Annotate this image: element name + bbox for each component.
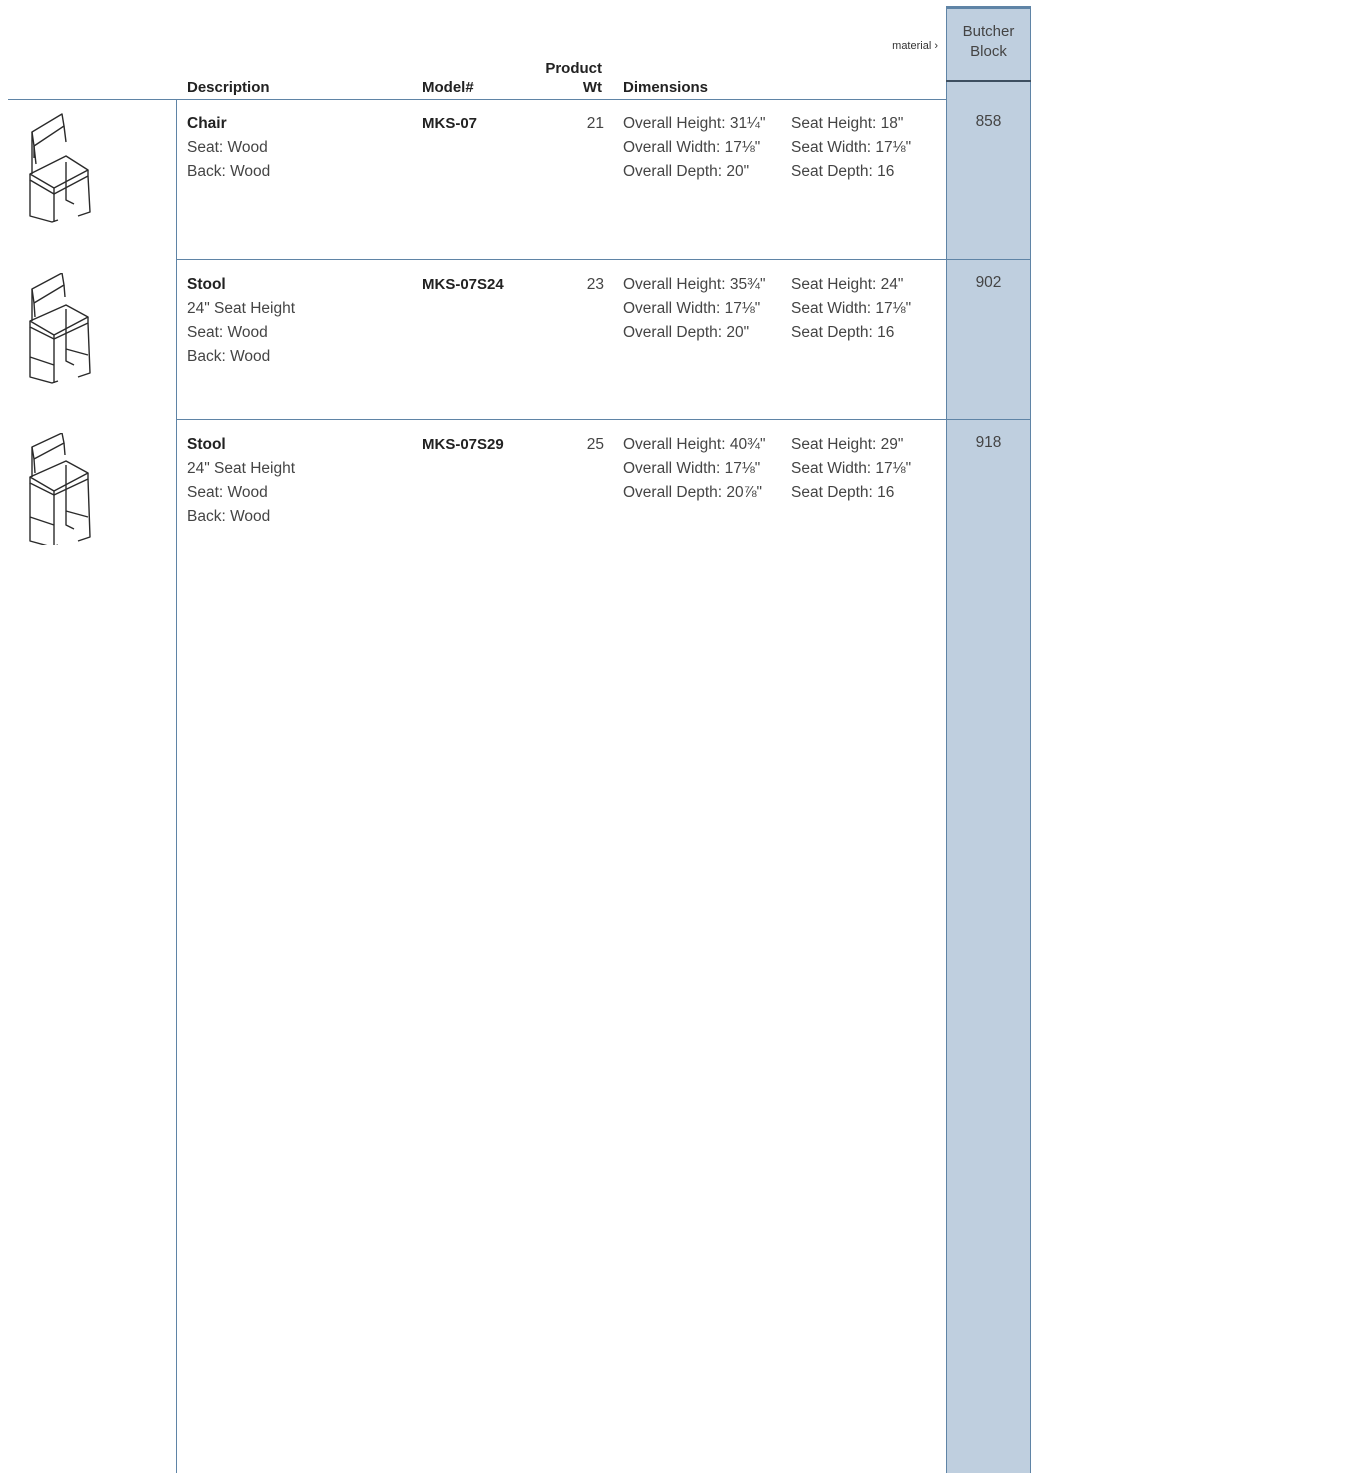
seat-height: Seat Height: 24" xyxy=(791,276,904,293)
chair-icon xyxy=(29,113,91,223)
seat-dimensions: Seat Height: 29" Seat Width: 17⅛" Seat D… xyxy=(791,433,911,505)
product-weight: 25 xyxy=(586,436,604,453)
seat-height: Seat Height: 29" xyxy=(791,436,904,453)
overall-depth: Overall Depth: 20" xyxy=(623,163,750,180)
product-detail: Seat: Wood xyxy=(187,324,268,341)
seat-width: Seat Width: 17⅛" xyxy=(791,139,912,156)
product-description: Stool 24" Seat Height Seat: Wood Back: W… xyxy=(187,433,295,529)
overall-height: Overall Height: 31¼" xyxy=(623,115,766,132)
product-description: Stool 24" Seat Height Seat: Wood Back: W… xyxy=(187,273,295,369)
product-detail: 24" Seat Height xyxy=(187,460,296,477)
price-header-divider xyxy=(946,80,1031,82)
overall-depth: Overall Depth: 20⅞" xyxy=(623,484,763,501)
product-description: Chair Seat: Wood Back: Wood xyxy=(187,112,270,184)
product-name: Stool xyxy=(187,276,226,293)
price-column-header: Butcher Block xyxy=(946,22,1031,62)
price: 902 xyxy=(975,274,1002,291)
seat-height: Seat Height: 18" xyxy=(791,115,904,132)
overall-dimensions: Overall Height: 40¾" Overall Width: 17⅛"… xyxy=(623,433,766,505)
product-detail: Back: Wood xyxy=(187,508,271,525)
model-number: MKS-07S29 xyxy=(422,436,504,453)
seat-depth: Seat Depth: 16 xyxy=(791,324,895,341)
product-weight: 21 xyxy=(586,115,604,132)
model-number: MKS-07 xyxy=(422,115,478,132)
product-wt-header: Product Wt xyxy=(530,59,602,97)
product-detail: Back: Wood xyxy=(187,163,271,180)
price: 858 xyxy=(975,113,1002,130)
table-row: Stool 24" Seat Height Seat: Wood Back: W… xyxy=(0,261,1031,421)
overall-depth: Overall Depth: 20" xyxy=(623,324,750,341)
price-column-header-line2: Block xyxy=(970,43,1007,60)
stool-icon xyxy=(29,433,91,545)
seat-depth: Seat Depth: 16 xyxy=(791,163,895,180)
seat-dimensions: Seat Height: 24" Seat Width: 17⅛" Seat D… xyxy=(791,273,911,345)
overall-height: Overall Height: 40¾" xyxy=(623,436,766,453)
product-name: Stool xyxy=(187,436,226,453)
seat-dimensions: Seat Height: 18" Seat Width: 17⅛" Seat D… xyxy=(791,112,911,184)
overall-width: Overall Width: 17⅛" xyxy=(623,460,761,477)
product-wt-header-line2: Wt xyxy=(582,79,602,96)
model-number: MKS-07S24 xyxy=(422,276,504,293)
product-name: Chair xyxy=(187,115,227,132)
overall-width: Overall Width: 17⅛" xyxy=(623,139,761,156)
description-header: Description xyxy=(187,79,270,96)
product-detail: Seat: Wood xyxy=(187,484,268,501)
overall-height: Overall Height: 35¾" xyxy=(623,276,766,293)
seat-depth: Seat Depth: 16 xyxy=(791,484,895,501)
price-column-header-line1: Butcher xyxy=(962,23,1015,40)
table-row: Stool 24" Seat Height Seat: Wood Back: W… xyxy=(0,421,1031,581)
product-wt-header-line1: Product xyxy=(545,60,602,77)
seat-width: Seat Width: 17⅛" xyxy=(791,300,912,317)
product-detail: 24" Seat Height xyxy=(187,300,296,317)
stool-icon xyxy=(29,273,91,384)
overall-dimensions: Overall Height: 35¾" Overall Width: 17⅛"… xyxy=(623,273,766,345)
model-header: Model# xyxy=(422,79,474,96)
seat-width: Seat Width: 17⅛" xyxy=(791,460,912,477)
table-row: Chair Seat: Wood Back: Wood MKS-07 21 Ov… xyxy=(0,100,1031,260)
product-weight: 23 xyxy=(586,276,604,293)
product-detail: Seat: Wood xyxy=(187,139,268,156)
dimensions-header: Dimensions xyxy=(623,79,709,96)
overall-dimensions: Overall Height: 31¼" Overall Width: 17⅛"… xyxy=(623,112,766,184)
price: 918 xyxy=(975,434,1002,451)
overall-width: Overall Width: 17⅛" xyxy=(623,300,761,317)
product-detail: Back: Wood xyxy=(187,348,271,365)
material-label: material › xyxy=(892,40,938,52)
